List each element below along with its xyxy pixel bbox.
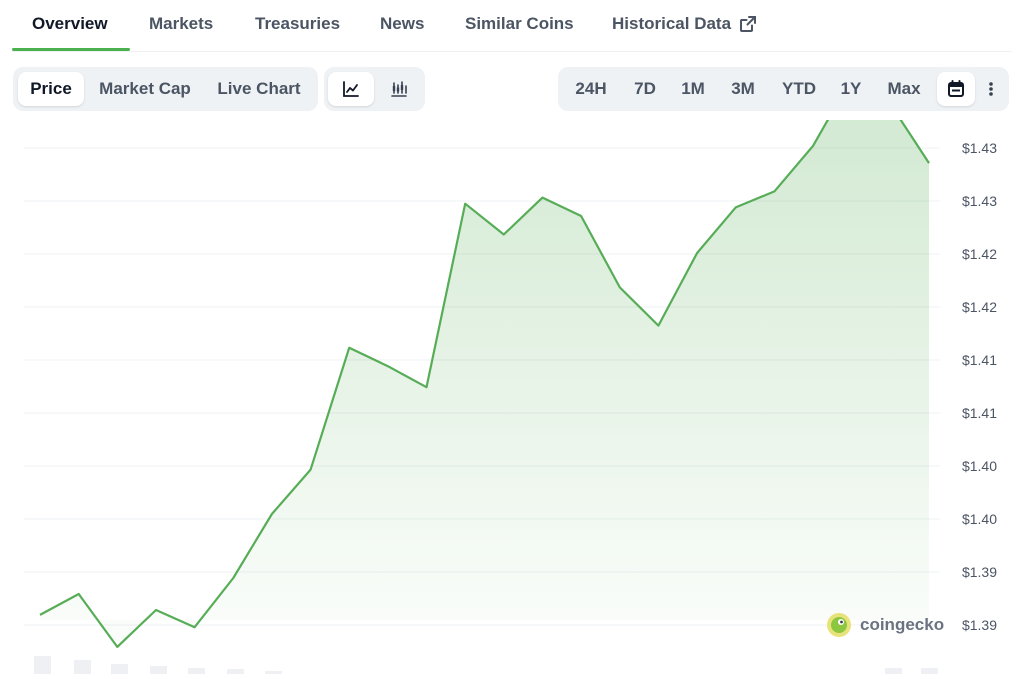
line-chart-icon — [343, 81, 359, 97]
price-point — [308, 467, 314, 473]
candlestick-chart-icon — [391, 81, 407, 97]
volume-bar — [150, 666, 167, 674]
volume-bars — [34, 656, 938, 674]
price-point — [424, 384, 430, 390]
price-point — [926, 160, 932, 166]
volume-bar — [74, 660, 91, 674]
tab-news[interactable]: News — [380, 14, 424, 34]
external-link-icon — [740, 16, 757, 32]
time-range-toggle: 24H 7D 1M 3M YTD 1Y Max — [558, 67, 1009, 111]
price-point — [230, 575, 236, 581]
y-tick-label: $1.39 — [962, 617, 997, 633]
y-tick-label: $1.42 — [962, 246, 997, 262]
volume-bar — [111, 664, 128, 674]
price-point — [771, 188, 777, 194]
y-tick-label: $1.41 — [962, 405, 997, 421]
coingecko-watermark: coingecko — [826, 612, 944, 638]
price-point — [153, 607, 159, 613]
price-point — [37, 612, 43, 618]
calendar-button[interactable] — [937, 72, 975, 106]
price-point — [733, 204, 739, 210]
price-point — [694, 250, 700, 256]
volume-bar — [227, 669, 244, 674]
price-chart-svg: $1.43 $1.43 $1.42 $1.42 $1.41 $1.41 $1.40 $1.40… — [24, 77, 997, 674]
volume-bar — [885, 668, 902, 674]
chart-style-toggle — [324, 67, 425, 111]
price-point — [114, 644, 120, 650]
tab-historical-data[interactable]: Historical Data — [612, 14, 757, 34]
tab-similar-coins[interactable]: Similar Coins — [465, 14, 574, 34]
range-1y[interactable]: 1Y — [831, 72, 871, 106]
line-chart-button[interactable] — [328, 72, 374, 106]
range-1m[interactable]: 1M — [671, 72, 715, 106]
price-point — [346, 345, 352, 351]
market-cap-tab[interactable]: Market Cap — [90, 72, 200, 106]
tab-markets[interactable]: Markets — [149, 14, 213, 34]
top-tabs: Overview Markets Treasuries News Similar… — [12, 0, 1012, 52]
more-options-button[interactable] — [979, 72, 1003, 106]
range-3m[interactable]: 3M — [718, 72, 768, 106]
y-axis-ticks: $1.43 $1.43 $1.42 $1.42 $1.41 $1.41 $1.40 $1.40… — [962, 140, 997, 633]
price-point — [192, 624, 198, 630]
range-max[interactable]: Max — [874, 72, 934, 106]
y-tick-label: $1.43 — [962, 193, 997, 209]
y-tick-label: $1.40 — [962, 458, 997, 474]
price-point — [501, 232, 507, 238]
more-vertical-icon — [989, 82, 993, 96]
price-point — [76, 591, 82, 597]
y-tick-label: $1.42 — [962, 299, 997, 315]
y-tick-label: $1.41 — [962, 352, 997, 368]
tab-treasuries[interactable]: Treasuries — [255, 14, 340, 34]
y-tick-label: $1.40 — [962, 511, 997, 527]
price-point — [462, 201, 468, 207]
range-ytd[interactable]: YTD — [771, 72, 827, 106]
price-point — [269, 511, 275, 517]
live-chart-tab[interactable]: Live Chart — [206, 72, 312, 106]
active-tab-indicator — [12, 48, 130, 51]
y-tick-label: $1.43 — [962, 140, 997, 156]
price-point — [810, 143, 816, 149]
y-tick-label: $1.39 — [962, 564, 997, 580]
coingecko-logo-icon — [827, 613, 851, 637]
candlestick-chart-button[interactable] — [376, 72, 422, 106]
calendar-icon — [948, 80, 964, 97]
price-tab[interactable]: Price — [18, 72, 84, 106]
price-point — [578, 213, 584, 219]
range-7d[interactable]: 7D — [621, 72, 669, 106]
chart-type-toggle: Price Market Cap Live Chart — [13, 67, 318, 111]
price-point — [617, 284, 623, 290]
tab-overview[interactable]: Overview — [32, 14, 108, 34]
range-24h[interactable]: 24H — [564, 72, 618, 106]
volume-bar — [921, 668, 938, 674]
price-chart: $1.43 $1.43 $1.42 $1.42 $1.41 $1.41 $1.40 $1.40… — [0, 77, 1024, 674]
price-point — [385, 363, 391, 369]
price-point — [540, 195, 546, 201]
price-point — [655, 323, 661, 329]
volume-bar — [34, 656, 51, 674]
volume-bar — [188, 668, 205, 674]
price-area-fill — [40, 78, 929, 647]
